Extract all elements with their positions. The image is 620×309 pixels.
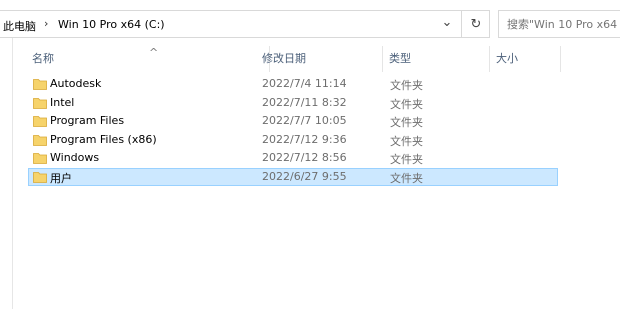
folder-icon	[33, 97, 47, 109]
chevron-down-icon: ⌄	[441, 14, 453, 30]
file-modified: 2022/7/4 11:14	[262, 77, 347, 90]
file-modified: 2022/6/27 9:55	[262, 169, 347, 183]
navigation-pane-divider	[12, 38, 13, 309]
file-name: Windows	[50, 151, 100, 164]
folder-icon	[33, 153, 47, 164]
column-header-type-label: 类型	[389, 52, 411, 65]
breadcrumb-drive-c[interactable]: Win 10 Pro x64 (C:)	[58, 18, 165, 31]
address-bar[interactable]: 此电脑 › Win 10 Pro x64 (C:) ⌄ ↻	[0, 10, 490, 38]
file-type: 文件夹	[390, 97, 423, 111]
search-input[interactable]	[499, 11, 620, 37]
file-type: 文件夹	[390, 116, 423, 129]
folder-icon	[33, 171, 47, 183]
folder-icon	[33, 134, 47, 146]
file-type: 文件夹	[390, 134, 423, 148]
file-name: Program Files (x86)	[50, 132, 157, 146]
refresh-button[interactable]: ↻	[462, 11, 490, 37]
file-row-program-files[interactable]: Program Files 2022/7/7 10:05 文件夹	[28, 112, 558, 131]
search-box[interactable]	[498, 10, 620, 38]
file-modified: 2022/7/12 9:36	[262, 132, 347, 146]
column-separator[interactable]	[560, 46, 561, 72]
column-header-name[interactable]: ^ 名称	[26, 44, 270, 74]
file-modified: 2022/7/12 8:56	[262, 151, 347, 164]
file-row-program-files-x86[interactable]: Program Files (x86) 2022/7/12 9:36 文件夹	[28, 131, 558, 150]
file-row-users[interactable]: 用户 2022/6/27 9:55 文件夹	[28, 167, 558, 186]
file-type: 文件夹	[390, 153, 423, 166]
file-row-autodesk[interactable]: Autodesk 2022/7/4 11:14 文件夹	[28, 75, 558, 94]
folder-icon	[33, 79, 47, 90]
refresh-icon: ↻	[470, 16, 482, 32]
file-row-intel[interactable]: Intel 2022/7/11 8:32 文件夹	[28, 94, 558, 113]
column-header-name-label: 名称	[32, 52, 54, 65]
file-list: Autodesk 2022/7/4 11:14 文件夹 Intel 2022/7…	[28, 75, 558, 186]
column-header-row: ^ 名称 修改日期 类型 大小	[13, 44, 620, 74]
column-header-modified[interactable]: 修改日期	[256, 44, 383, 74]
column-header-modified-label: 修改日期	[262, 52, 306, 65]
column-header-size-label: 大小	[496, 52, 518, 65]
sort-ascending-icon: ^	[149, 46, 159, 59]
folder-icon	[33, 116, 47, 127]
file-type: 文件夹	[390, 171, 423, 185]
file-name: Autodesk	[50, 77, 102, 90]
file-row-windows[interactable]: Windows 2022/7/12 8:56 文件夹	[28, 149, 558, 168]
file-type: 文件夹	[390, 79, 423, 92]
file-modified: 2022/7/11 8:32	[262, 95, 347, 109]
column-header-size[interactable]: 大小	[490, 44, 561, 74]
file-name: Intel	[50, 95, 75, 109]
file-name: 用户	[50, 171, 72, 185]
file-modified: 2022/7/7 10:05	[262, 114, 347, 127]
file-name: Program Files	[50, 114, 125, 127]
address-history-dropdown[interactable]: ⌄	[433, 11, 461, 37]
breadcrumb-this-pc[interactable]: 此电脑	[3, 18, 36, 34]
chevron-right-icon[interactable]: ›	[44, 17, 48, 30]
column-header-type[interactable]: 类型	[383, 44, 490, 74]
